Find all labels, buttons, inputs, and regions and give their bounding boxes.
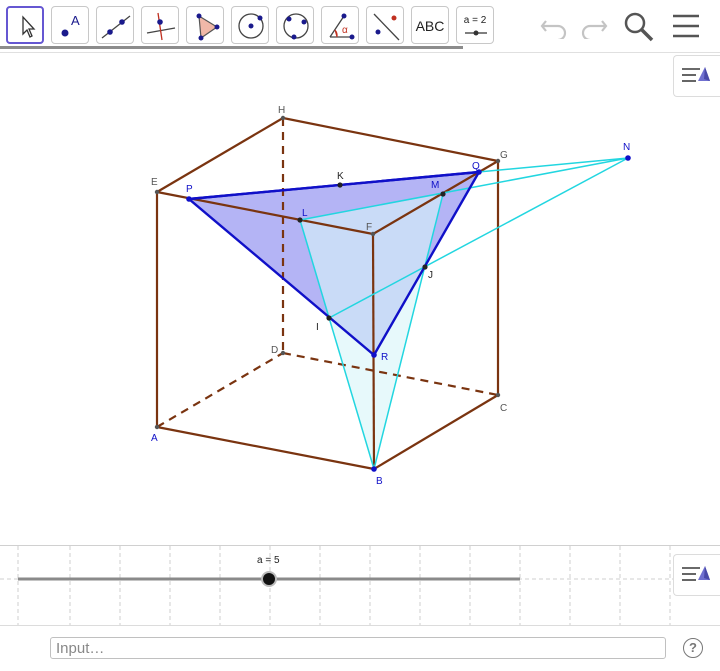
point-k[interactable]: [337, 182, 343, 188]
style-bar-icon-2: [682, 566, 710, 581]
menu-icon[interactable]: [671, 12, 701, 40]
text-tool-label: ABC: [415, 18, 445, 34]
geometry-canvas[interactable]: H G N K Q E M P L F J I D R C A B: [0, 53, 720, 546]
style-bar-toggle-button-2[interactable]: [673, 554, 720, 596]
label-j: J: [428, 270, 433, 281]
circle-three-points-icon: [283, 13, 309, 40]
point-b[interactable]: [371, 466, 377, 472]
search-icon[interactable]: [623, 11, 655, 43]
point-a[interactable]: [154, 424, 160, 430]
label-n: N: [623, 142, 630, 153]
undo-icon[interactable]: [538, 13, 572, 39]
label-l: L: [302, 208, 308, 219]
point-e[interactable]: [154, 189, 160, 195]
algebra-input[interactable]: [50, 637, 666, 659]
polygon-icon: [196, 13, 220, 41]
line-through-points-icon: [101, 15, 131, 39]
label-a: A: [151, 433, 158, 444]
cursor-arrow-icon: [22, 15, 36, 38]
toolbar-scroll-indicator: [0, 46, 463, 49]
point-d[interactable]: [280, 350, 286, 356]
label-b: B: [376, 476, 383, 487]
angle-tool-button[interactable]: α: [321, 6, 359, 44]
move-tool-button[interactable]: [6, 6, 44, 44]
redo-icon[interactable]: [576, 13, 610, 39]
circle-three-points-tool-button[interactable]: [276, 6, 314, 44]
text-tool-button[interactable]: ABC: [411, 6, 449, 44]
label-m: M: [431, 180, 439, 191]
cube-edge-fb[interactable]: [371, 233, 376, 470]
grid-canvas[interactable]: a = 5: [0, 546, 720, 626]
point-tool-button[interactable]: A: [51, 6, 89, 44]
toolbar: A α ABC a = 2: [0, 0, 720, 50]
label-d: D: [271, 345, 278, 356]
label-f: F: [366, 222, 372, 233]
style-bar-toggle-button[interactable]: [673, 55, 720, 97]
point-c[interactable]: [495, 392, 501, 398]
label-q: Q: [472, 161, 480, 172]
slider-knob[interactable]: [263, 573, 275, 585]
label-g: G: [500, 150, 508, 161]
cube-edge-bc[interactable]: [373, 394, 499, 470]
label-k: K: [337, 171, 344, 182]
angle-icon: α: [329, 13, 355, 40]
circle-center-point-tool-button[interactable]: [231, 6, 269, 44]
point-m[interactable]: [440, 191, 446, 197]
label-i: I: [316, 322, 319, 333]
input-bar: ?: [0, 625, 720, 671]
label-p: P: [186, 184, 193, 195]
point-n[interactable]: [625, 155, 631, 161]
angle-icon-label: α: [342, 25, 348, 36]
line-tool-button[interactable]: [96, 6, 134, 44]
cube-edge-eh[interactable]: [156, 117, 284, 193]
point-r[interactable]: [371, 352, 377, 358]
point-h[interactable]: [280, 115, 286, 121]
slider-label: a = 5: [257, 555, 280, 566]
cube-edge-hg[interactable]: [282, 116, 499, 163]
label-c: C: [500, 403, 507, 414]
cube-edge-ab[interactable]: [156, 425, 375, 471]
point-i[interactable]: [326, 315, 332, 321]
style-bar-icon: [682, 67, 710, 82]
label-r: R: [381, 352, 388, 363]
graphics-view-2[interactable]: a = 5: [0, 545, 720, 626]
cube-edge-ad[interactable]: [156, 352, 284, 428]
graphics-view[interactable]: H G N K Q E M P L F J I D R C A B: [0, 52, 720, 546]
point-p[interactable]: [186, 196, 192, 202]
label-h: H: [278, 105, 285, 116]
circle-center-icon: [238, 13, 264, 39]
label-e: E: [151, 177, 158, 188]
point-icon-label: A: [71, 13, 80, 28]
polygon-tool-button[interactable]: [186, 6, 224, 44]
slider-tool-button[interactable]: a = 2: [456, 6, 494, 44]
perpendicular-line-tool-button[interactable]: [141, 6, 179, 44]
slider-icon: [465, 30, 487, 36]
point-j[interactable]: [422, 264, 428, 270]
reflect-about-line-icon: [373, 13, 400, 41]
perpendicular-line-icon: [146, 12, 176, 41]
help-icon[interactable]: ?: [683, 638, 703, 658]
point-icon: A: [61, 13, 80, 37]
reflect-tool-button[interactable]: [366, 6, 404, 44]
